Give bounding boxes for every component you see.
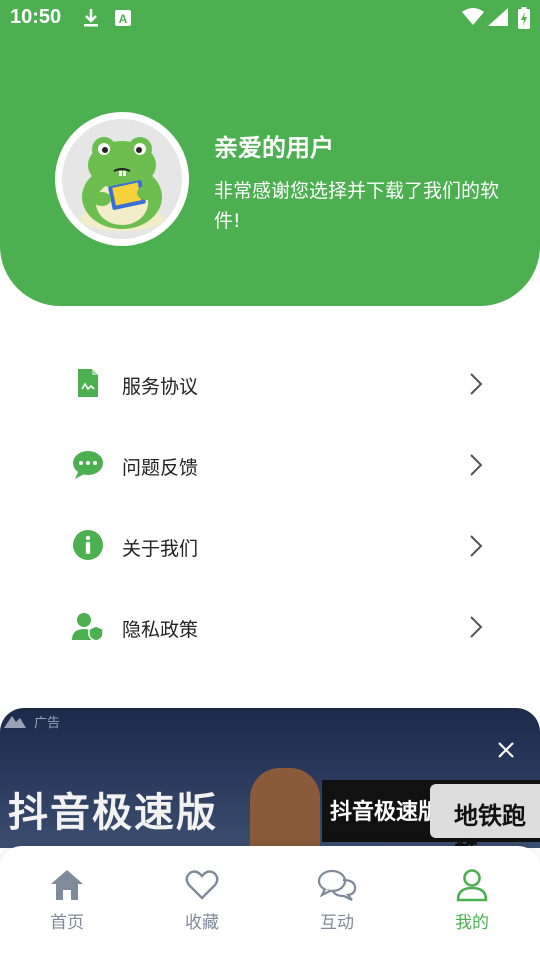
ad-search-button-label: 地铁跑酷 <box>454 802 526 848</box>
greeting-title: 亲爱的用户 <box>214 134 334 162</box>
tab-label: 互动 <box>320 913 354 933</box>
chat-bubble-icon <box>73 451 103 479</box>
ad-character-art <box>250 768 320 848</box>
info-icon <box>73 530 103 560</box>
chevron-right-icon <box>470 454 483 476</box>
tab-home[interactable]: 首页 <box>22 868 112 938</box>
heart-icon <box>185 870 219 900</box>
ad-logo-icon <box>4 716 26 728</box>
ad-headline: 抖音极速版 <box>8 790 218 836</box>
menu-item-feedback[interactable]: 问题反馈 <box>0 426 540 507</box>
tab-favorites[interactable]: 收藏 <box>157 868 247 938</box>
profile-header: 亲爱的用户 非常感谢您选择并下载了我们的软件! <box>0 0 540 306</box>
ad-search-button[interactable]: 地铁跑酷 <box>430 784 540 848</box>
tab-label: 首页 <box>50 913 84 933</box>
menu-item-label: 服务协议 <box>122 376 199 398</box>
chevron-right-icon <box>470 373 483 395</box>
menu-item-privacy-policy[interactable]: 隐私政策 <box>0 588 540 669</box>
battery-charging-icon <box>518 7 530 29</box>
wifi-icon <box>462 8 484 25</box>
svg-text:A: A <box>119 12 128 26</box>
ad-tag: 广告 <box>34 716 61 731</box>
signal-icon <box>488 8 508 26</box>
user-shield-icon <box>72 613 104 642</box>
avatar[interactable] <box>55 112 189 246</box>
chat-icon <box>317 869 357 901</box>
chevron-right-icon <box>470 616 483 638</box>
greeting-message: 非常感谢您选择并下载了我们的软件! <box>214 180 500 232</box>
chevron-right-icon <box>470 535 483 557</box>
status-bar: 10:50 A <box>0 0 540 36</box>
status-time: 10:50 <box>10 6 62 28</box>
ad-banner[interactable]: 广告 抖音极速版 抖音极速版搜索 地铁跑酷 <box>0 708 540 848</box>
menu-item-label: 关于我们 <box>122 538 199 560</box>
document-icon <box>78 369 98 397</box>
menu-item-service-agreement[interactable]: 服务协议 <box>0 345 540 426</box>
user-icon <box>456 869 488 902</box>
settings-menu: 服务协议 问题反馈 关于我们 隐私政策 <box>0 345 540 669</box>
tab-interact[interactable]: 互动 <box>292 868 382 938</box>
menu-item-about-us[interactable]: 关于我们 <box>0 507 540 588</box>
keyboard-a-icon: A <box>115 10 131 26</box>
home-icon <box>51 870 83 900</box>
bottom-tab-bar: 首页 收藏 互动 我的 <box>0 846 540 960</box>
tab-label: 我的 <box>455 913 489 933</box>
frog-avatar-image <box>62 119 182 239</box>
close-icon[interactable] <box>494 738 518 762</box>
tab-mine[interactable]: 我的 <box>427 868 517 938</box>
tab-label: 收藏 <box>185 913 219 933</box>
download-icon <box>84 9 98 27</box>
menu-item-label: 隐私政策 <box>122 619 199 641</box>
menu-item-label: 问题反馈 <box>122 457 199 479</box>
ad-search-box[interactable]: 抖音极速版搜索 地铁跑酷 <box>322 780 540 848</box>
